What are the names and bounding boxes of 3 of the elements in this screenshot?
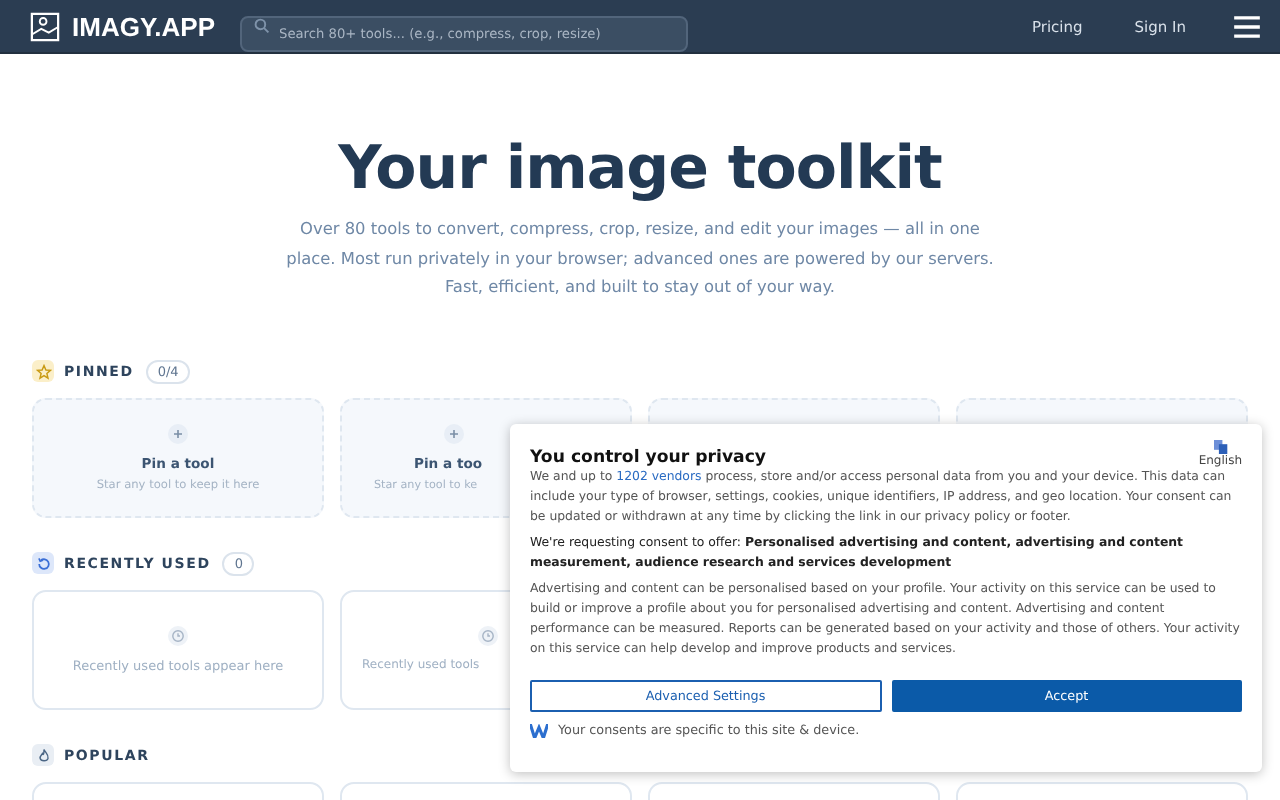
- hero-title: Your image toolkit: [336, 132, 944, 208]
- logo[interactable]: IMAGY.APP: [72, 11, 216, 41]
- hero-subtitle: Over 80 tools to convert, compress, crop, resize, and edit your images — all in one place. Most run privately in your browser; advanced ones are powered by our servers. Fast, efficient, and built to stay out of your way.: [284, 216, 996, 300]
